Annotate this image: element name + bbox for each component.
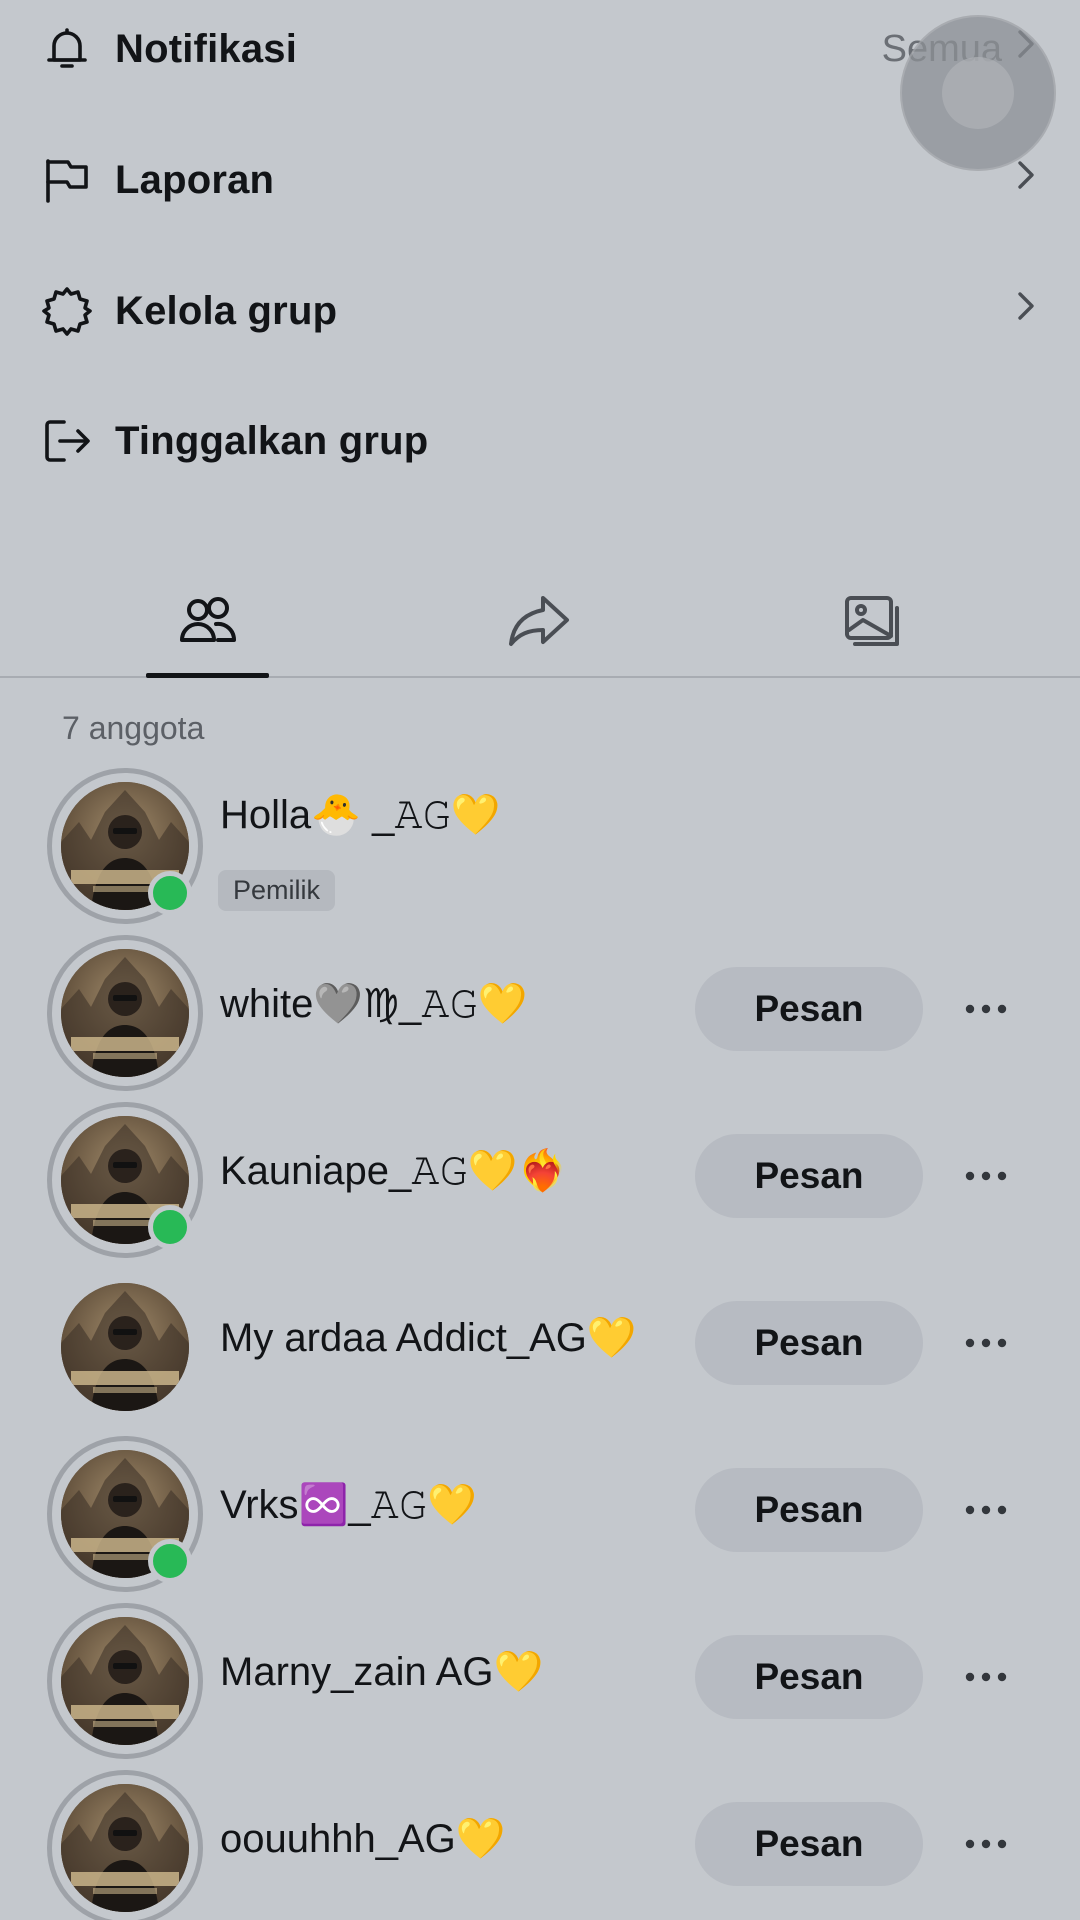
avatar[interactable] bbox=[61, 1784, 189, 1912]
media-icon bbox=[841, 590, 905, 659]
flag-icon bbox=[40, 153, 94, 207]
manage-group-label: Kelola grup bbox=[115, 288, 338, 333]
touch-indicator bbox=[900, 15, 1056, 171]
chevron-right-icon bbox=[1008, 287, 1042, 335]
message-button[interactable]: Pesan bbox=[695, 1468, 923, 1552]
member-row[interactable]: oouuhhh_AG💛 Pesan bbox=[0, 1767, 1080, 1920]
member-row[interactable]: Holla🐣 _𝙰𝙶💛 Pemilik bbox=[0, 765, 1080, 925]
bell-icon bbox=[40, 22, 94, 76]
members-icon bbox=[176, 590, 240, 659]
member-name: Holla🐣 _𝙰𝙶💛 bbox=[220, 793, 501, 837]
tab-members[interactable] bbox=[138, 570, 278, 678]
online-status-dot bbox=[148, 1205, 192, 1249]
avatar-ring bbox=[47, 1269, 203, 1425]
owner-badge: Pemilik bbox=[218, 870, 336, 911]
message-button[interactable]: Pesan bbox=[695, 1301, 923, 1385]
member-row[interactable]: Kauniape_𝙰𝙶💛❤️‍🔥 Pesan bbox=[0, 1099, 1080, 1259]
member-name: Kauniape_𝙰𝙶💛❤️‍🔥 bbox=[220, 1149, 568, 1193]
active-tab-indicator bbox=[146, 673, 269, 678]
report-label: Laporan bbox=[115, 157, 275, 202]
more-options-icon[interactable] bbox=[956, 984, 1016, 1034]
avatar[interactable] bbox=[61, 1283, 189, 1411]
tab-bar bbox=[0, 570, 1080, 678]
member-name: oouuhhh_AG💛 bbox=[220, 1817, 506, 1861]
more-options-icon[interactable] bbox=[956, 1151, 1016, 1201]
message-button[interactable]: Pesan bbox=[695, 1635, 923, 1719]
online-status-dot bbox=[148, 871, 192, 915]
leave-group-label: Tinggalkan grup bbox=[115, 418, 429, 463]
leave-group-row[interactable]: Tinggalkan grup bbox=[0, 386, 1080, 496]
more-options-icon[interactable] bbox=[956, 1819, 1016, 1869]
avatar-ring bbox=[47, 935, 203, 1091]
member-row[interactable]: white🩶♍_𝙰𝙶💛 Pesan bbox=[0, 932, 1080, 1092]
member-count: 7 anggota bbox=[62, 710, 205, 746]
message-button[interactable]: Pesan bbox=[695, 1802, 923, 1886]
message-button[interactable]: Pesan bbox=[695, 1134, 923, 1218]
manage-group-row[interactable]: Kelola grup bbox=[0, 256, 1080, 366]
member-name: Vrks♾️_𝙰𝙶💛 bbox=[220, 1483, 477, 1527]
member-row[interactable]: Vrks♾️_𝙰𝙶💛 Pesan bbox=[0, 1433, 1080, 1593]
notifications-label: Notifikasi bbox=[115, 26, 298, 71]
member-name: Marny_zain AG💛 bbox=[220, 1650, 544, 1694]
more-options-icon[interactable] bbox=[956, 1318, 1016, 1368]
avatar-ring bbox=[47, 1770, 203, 1920]
avatar[interactable] bbox=[61, 1617, 189, 1745]
share-icon bbox=[507, 590, 571, 659]
member-name: white🩶♍_𝙰𝙶💛 bbox=[220, 982, 528, 1026]
gear-icon bbox=[40, 284, 94, 338]
member-row[interactable]: Marny_zain AG💛 Pesan bbox=[0, 1600, 1080, 1760]
leave-icon bbox=[40, 414, 94, 468]
more-options-icon[interactable] bbox=[956, 1652, 1016, 1702]
avatar[interactable] bbox=[61, 949, 189, 1077]
online-status-dot bbox=[148, 1539, 192, 1583]
member-name: My ardaa Addict_AG💛 bbox=[220, 1316, 637, 1360]
member-row[interactable]: My ardaa Addict_AG💛 Pesan bbox=[0, 1266, 1080, 1426]
chevron-right-icon bbox=[1008, 156, 1042, 204]
group-info-screen: Notifikasi Semua Laporan Kelola bbox=[0, 0, 1080, 1920]
avatar-ring bbox=[47, 1603, 203, 1759]
message-button[interactable]: Pesan bbox=[695, 967, 923, 1051]
tab-media[interactable] bbox=[803, 570, 943, 678]
more-options-icon[interactable] bbox=[956, 1485, 1016, 1535]
tab-share[interactable] bbox=[469, 570, 609, 678]
